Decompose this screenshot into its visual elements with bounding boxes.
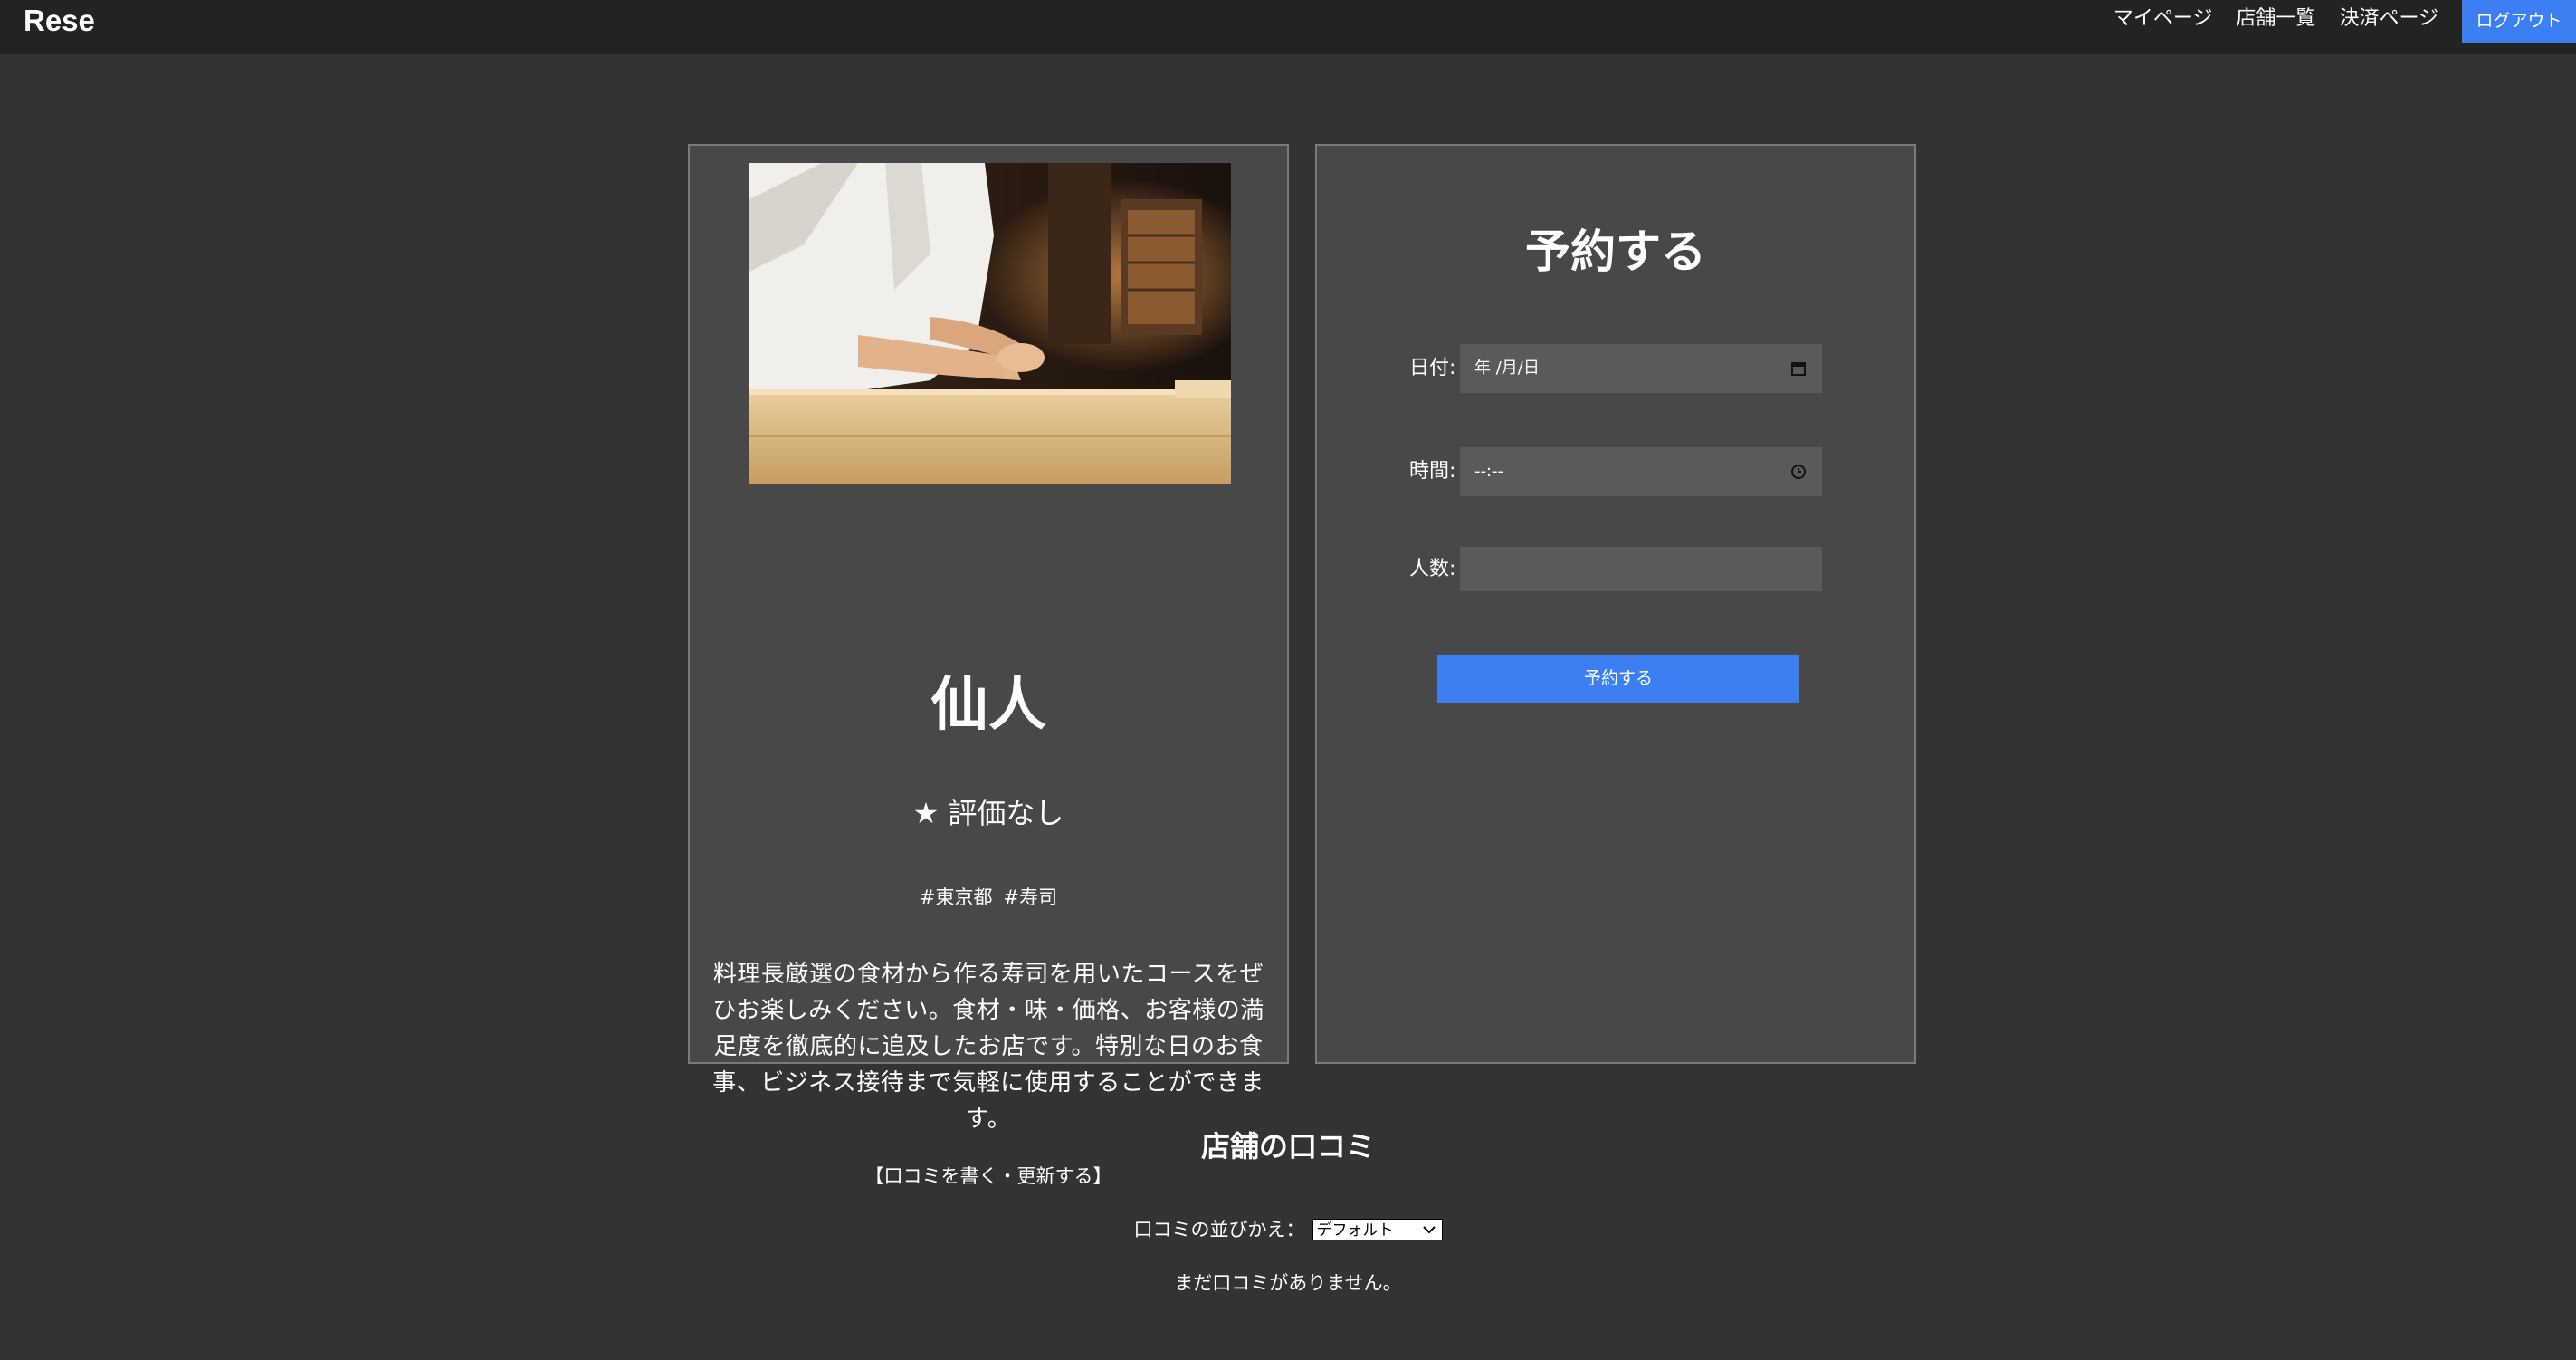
- top-header: Rese マイページ 店舗一覧 決済ページ ログアウト: [0, 0, 2576, 54]
- shop-tags: #東京都 #寿司: [690, 884, 1287, 911]
- logout-button[interactable]: ログアウト: [2462, 0, 2576, 43]
- shop-photo: [749, 163, 1231, 484]
- time-placeholder: --:--: [1474, 462, 1504, 481]
- reservation-title: 予約する: [1525, 225, 1706, 278]
- date-placeholder: 年 /月/日: [1474, 359, 1540, 378]
- date-input[interactable]: 年 /月/日: [1460, 344, 1822, 393]
- reservation-card: 予約する 日付: 年 /月/日 時間: --:-- 人数: 予約する: [1315, 144, 1916, 1064]
- review-sort-row: 口コミの並びかえ： デフォルト: [0, 1216, 2576, 1243]
- people-row: 人数:: [1409, 547, 1822, 591]
- time-label: 時間:: [1409, 460, 1456, 483]
- shop-rating: ★ 評価なし: [912, 796, 1064, 830]
- sushi-chef-image: [749, 163, 1231, 484]
- clock-icon[interactable]: [1789, 463, 1808, 481]
- time-row: 時間: --:--: [1409, 447, 1822, 496]
- people-label: 人数:: [1409, 557, 1456, 580]
- app-logo[interactable]: Rese: [24, 2, 95, 40]
- shop-name: 仙人: [930, 672, 1046, 739]
- date-label: 日付:: [1409, 357, 1456, 379]
- people-input[interactable]: [1460, 547, 1822, 591]
- reserve-button[interactable]: 予約する: [1437, 655, 1799, 703]
- sort-label: 口コミの並びかえ：: [1133, 1219, 1305, 1240]
- calendar-icon[interactable]: [1789, 359, 1808, 378]
- nav-mypage-link[interactable]: マイページ: [2113, 0, 2213, 38]
- shop-description: 料理長厳選の食材から作る寿司を用いたコースをぜひお楽しみください。食材・味・価格…: [712, 961, 1264, 1133]
- area-tag: #東京都: [919, 886, 993, 908]
- sort-select[interactable]: デフォルト: [1312, 1219, 1443, 1240]
- shop-detail-card: 仙人 ★ 評価なし #東京都 #寿司 料理長厳選の食材から作る寿司を用いたコースを…: [688, 144, 1289, 1187]
- genre-tag: #寿司: [1003, 886, 1058, 908]
- reviews-title: 店舗の口コミ: [1200, 1129, 1375, 1164]
- write-review-link[interactable]: 【口コミを書く・更新する】: [690, 1163, 1287, 1190]
- no-reviews-message: まだ口コミがありません。: [1174, 1272, 1402, 1294]
- sort-selected-value: デフォルト: [1316, 1221, 1394, 1240]
- nav-payment-link[interactable]: 決済ページ: [2339, 0, 2438, 38]
- time-input[interactable]: --:--: [1460, 447, 1822, 496]
- date-row: 日付: 年 /月/日: [1409, 344, 1822, 393]
- chevron-down-icon: [1422, 1226, 1436, 1234]
- main-nav: マイページ 店舗一覧 決済ページ ログアウト: [2113, 0, 2576, 43]
- nav-shop-list-link[interactable]: 店舗一覧: [2236, 0, 2315, 38]
